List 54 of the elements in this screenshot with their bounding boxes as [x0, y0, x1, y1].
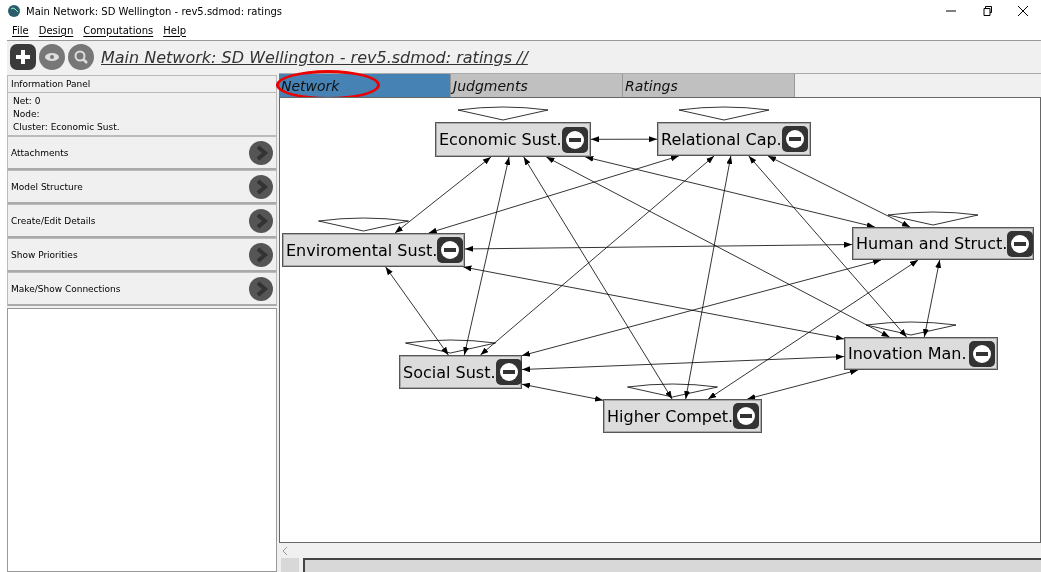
network-node[interactable]: Economic Sust.: [435, 122, 591, 157]
node-label: Human and Struct.: [856, 234, 1008, 253]
add-button[interactable]: [10, 44, 36, 70]
window-title: Main Network: SD Wellington - rev5.sdmod: ratings: [26, 5, 283, 17]
node-label: Enviromental Sust.: [286, 240, 438, 260]
minus-icon[interactable]: [969, 340, 995, 367]
info-line: Cluster: Economic Sust.: [13, 122, 121, 132]
menu-item[interactable]: File: [12, 24, 29, 36]
network-node[interactable]: Social Sust.: [399, 355, 522, 389]
status-stub: [281, 558, 299, 572]
chevron-right-icon: [249, 242, 273, 267]
chevron-right-icon: [249, 174, 273, 199]
chevron-right-icon: [249, 208, 273, 233]
minus-icon[interactable]: [1007, 230, 1034, 257]
network-node[interactable]: Enviromental Sust.: [282, 233, 465, 267]
node-label: Inovation Man.: [848, 344, 967, 363]
tab[interactable]: Judgments: [451, 74, 623, 97]
section-button[interactable]: Create/Edit Details: [7, 204, 277, 238]
minus-icon[interactable]: [562, 126, 588, 153]
menu-item[interactable]: Help: [163, 24, 187, 36]
tab[interactable]: Ratings: [623, 74, 795, 97]
chevron-right-icon: [249, 140, 273, 165]
chevron-right-icon: [249, 276, 273, 301]
node-label: Higher Compet.: [607, 406, 734, 426]
close-icon: [1018, 6, 1028, 16]
minus-icon[interactable]: [437, 237, 464, 263]
minus-icon[interactable]: [495, 359, 522, 385]
node-label: Relational Cap.: [661, 129, 782, 149]
menu-item[interactable]: Computations: [83, 24, 154, 36]
restore-icon: [982, 6, 992, 16]
section-button[interactable]: Model Structure: [7, 170, 277, 204]
network-node[interactable]: Human and Struct.: [852, 227, 1034, 260]
search-button[interactable]: [68, 44, 94, 70]
eye-icon: [44, 52, 60, 62]
globe-icon: [8, 5, 20, 17]
view-button[interactable]: [39, 44, 65, 70]
menu-item[interactable]: Design: [38, 24, 74, 36]
network-node[interactable]: Relational Cap.: [657, 122, 811, 156]
network-node[interactable]: Higher Compet.: [603, 399, 762, 433]
section-button[interactable]: Attachments: [7, 136, 277, 170]
minus-icon[interactable]: [733, 403, 760, 429]
search-icon: [73, 49, 89, 65]
section-button[interactable]: Make/Show Connections: [7, 272, 277, 306]
section-button[interactable]: Show Priorities: [7, 238, 277, 272]
connection-arrow: [590, 136, 658, 143]
info-line: Node:: [13, 109, 41, 119]
node-label: Social Sust.: [403, 362, 496, 382]
minus-icon[interactable]: [782, 126, 808, 152]
info-line: Net: 0: [13, 96, 42, 106]
panel-header: Information Panel: [7, 75, 277, 93]
network-title: Main Network: SD Wellington - rev5.sdmod: ratings //: [101, 47, 528, 67]
network-node[interactable]: Inovation Man.: [844, 337, 998, 370]
node-label: Economic Sust.: [439, 130, 562, 149]
plus-icon: [15, 49, 31, 65]
